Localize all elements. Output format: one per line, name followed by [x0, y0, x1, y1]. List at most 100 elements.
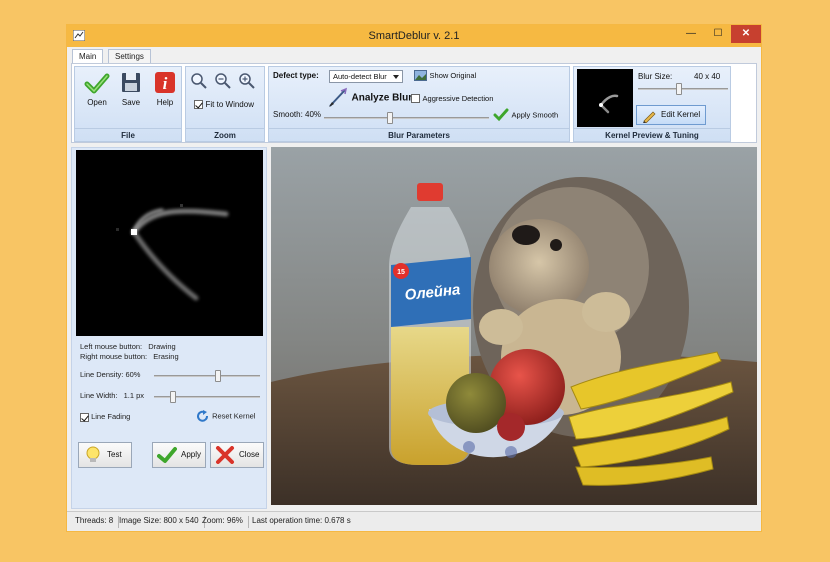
apply-button[interactable]: Apply	[152, 442, 206, 468]
kernel-preview-thumbnail	[577, 69, 633, 127]
fit-to-window-checkbox[interactable]: Fit to Window	[194, 99, 254, 110]
photo-canvas: 15 Олейна	[271, 147, 757, 505]
smooth-label-row: Smooth: 40%	[273, 110, 321, 119]
edit-kernel-button[interactable]: Edit Kernel	[636, 105, 706, 125]
smooth-value: 40%	[305, 110, 322, 119]
close-label: Close	[239, 450, 260, 459]
blur-size-value: 40 x 40	[694, 72, 721, 81]
file-group-label: File	[75, 128, 181, 141]
ribbon: Open Save i Help File Fit to Window Zoom…	[71, 63, 757, 143]
save-button[interactable]: Save	[115, 71, 147, 115]
svg-text:i: i	[163, 74, 168, 93]
close-button[interactable]: Close	[210, 442, 264, 468]
fit-to-window-check[interactable]	[194, 100, 203, 110]
file-group: Open Save i Help File	[74, 66, 182, 142]
line-fading-checkbox[interactable]: Line Fading	[80, 412, 130, 422]
test-button[interactable]: Test	[78, 442, 132, 468]
lightbulb-icon	[86, 446, 100, 462]
zoom-icon[interactable]	[190, 72, 208, 90]
defect-type-value: Auto-detect Blur	[333, 72, 387, 81]
open-button[interactable]: Open	[81, 71, 113, 115]
line-fading-check[interactable]	[80, 412, 89, 422]
title-bar[interactable]: SmartDeblur v. 2.1 — ☐ ✕	[67, 25, 761, 47]
status-last-operation: Last operation time: 0.678 s	[252, 516, 351, 525]
reset-kernel-label: Reset Kernel	[212, 411, 256, 421]
apply-smooth-label: Apply Smooth	[511, 110, 559, 120]
line-fading-label: Line Fading	[91, 412, 131, 421]
defect-type-label: Defect type:	[273, 71, 319, 80]
blur-group-label: Blur Parameters	[269, 128, 569, 141]
right-mouse-hint: Right mouse button: Erasing	[80, 352, 179, 361]
status-image-size: Image Size: 800 x 540	[119, 516, 205, 528]
chevron-down-icon	[393, 75, 399, 79]
kernel-group-label: Kernel Preview & Tuning	[574, 128, 730, 141]
aggressive-detection-check[interactable]	[411, 94, 420, 104]
help-info-icon: i	[155, 72, 175, 93]
kernel-drawing-canvas[interactable]	[76, 150, 263, 336]
maximize-button[interactable]: ☐	[705, 25, 731, 43]
status-zoom: Zoom: 96%	[202, 516, 249, 528]
smooth-slider-track[interactable]	[324, 117, 489, 119]
line-width-row: Line Width: 1.1 px	[80, 391, 144, 400]
analyze-blur-button[interactable]: Analyze Blur	[327, 87, 412, 109]
refresh-icon	[197, 410, 208, 422]
line-density-row: Line Density: 60%	[80, 370, 140, 379]
status-threads: Threads: 8	[75, 516, 120, 528]
edit-kernel-label: Edit Kernel	[661, 110, 701, 119]
close-window-button[interactable]: ✕	[731, 25, 761, 43]
blur-size-slider-track[interactable]	[638, 88, 728, 90]
show-original-label: Show Original	[429, 71, 477, 80]
left-mouse-value: Drawing	[148, 342, 176, 351]
minimize-button[interactable]: —	[678, 25, 704, 43]
bottle-badge: 15	[397, 269, 405, 276]
blur-size-slider-thumb[interactable]	[675, 83, 682, 95]
analyze-blur-label: Analyze Blur	[351, 92, 413, 104]
analyze-pen-icon	[329, 87, 348, 107]
tab-settings[interactable]: Settings	[108, 49, 151, 64]
kernel-editor-panel: Left mouse button: Drawing Right mouse b…	[71, 147, 267, 509]
aggressive-detection-checkbox[interactable]: Aggressive Detection	[411, 93, 493, 104]
status-bar: Threads: 8 Image Size: 800 x 540 Zoom: 9…	[67, 511, 761, 531]
line-width-label: Line Width:	[80, 391, 118, 400]
app-window: SmartDeblur v. 2.1 — ☐ ✕ Main Settings O…	[66, 24, 762, 532]
defect-type-select[interactable]: Auto-detect Blur	[329, 70, 403, 83]
blur-size-label: Blur Size:	[638, 72, 673, 81]
window-title: SmartDeblur v. 2.1	[368, 30, 460, 42]
blur-parameters-group: Defect type: Auto-detect Blur Show Origi…	[268, 66, 570, 142]
help-label: Help	[156, 98, 174, 107]
save-label: Save	[121, 98, 141, 107]
left-mouse-hint: Left mouse button: Drawing	[80, 342, 176, 351]
apply-smooth-button[interactable]: Apply Smooth	[493, 108, 558, 122]
zoom-group-label: Zoom	[186, 128, 264, 141]
reset-kernel-button[interactable]: Reset Kernel	[196, 410, 255, 423]
line-width-slider-thumb[interactable]	[170, 391, 177, 403]
edit-pencil-icon	[643, 111, 656, 123]
open-label: Open	[87, 98, 107, 107]
close-x-icon	[216, 446, 234, 464]
zoom-group: Fit to Window Zoom	[185, 66, 265, 142]
smooth-slider-thumb[interactable]	[387, 112, 393, 124]
apply-check-icon	[157, 447, 177, 463]
line-density-label: Line Density:	[80, 370, 124, 379]
apply-check-icon	[493, 108, 509, 122]
help-button[interactable]: i Help	[149, 71, 181, 115]
show-original-button[interactable]: Show Original	[414, 70, 477, 82]
test-label: Test	[107, 450, 122, 459]
floppy-disk-icon	[122, 73, 140, 92]
zoom-out-icon[interactable]	[214, 72, 232, 90]
picture-icon	[414, 70, 427, 82]
smooth-label: Smooth:	[273, 110, 303, 119]
kernel-group: Blur Size: 40 x 40 Edit Kernel Kernel Pr…	[573, 66, 731, 142]
line-density-slider-thumb[interactable]	[214, 370, 221, 382]
left-mouse-label: Left mouse button:	[80, 342, 143, 351]
right-mouse-label: Right mouse button:	[80, 352, 148, 361]
right-mouse-value: Erasing	[153, 352, 179, 361]
apply-label: Apply	[181, 450, 202, 459]
image-preview[interactable]: 15 Олейна	[271, 147, 757, 505]
line-density-value: 60%	[125, 370, 141, 379]
line-width-value: 1.1 px	[123, 391, 145, 400]
fit-to-window-label: Fit to Window	[205, 100, 254, 109]
line-density-slider-track[interactable]	[154, 375, 260, 377]
open-check-icon	[84, 73, 110, 94]
zoom-in-icon[interactable]	[238, 72, 256, 90]
